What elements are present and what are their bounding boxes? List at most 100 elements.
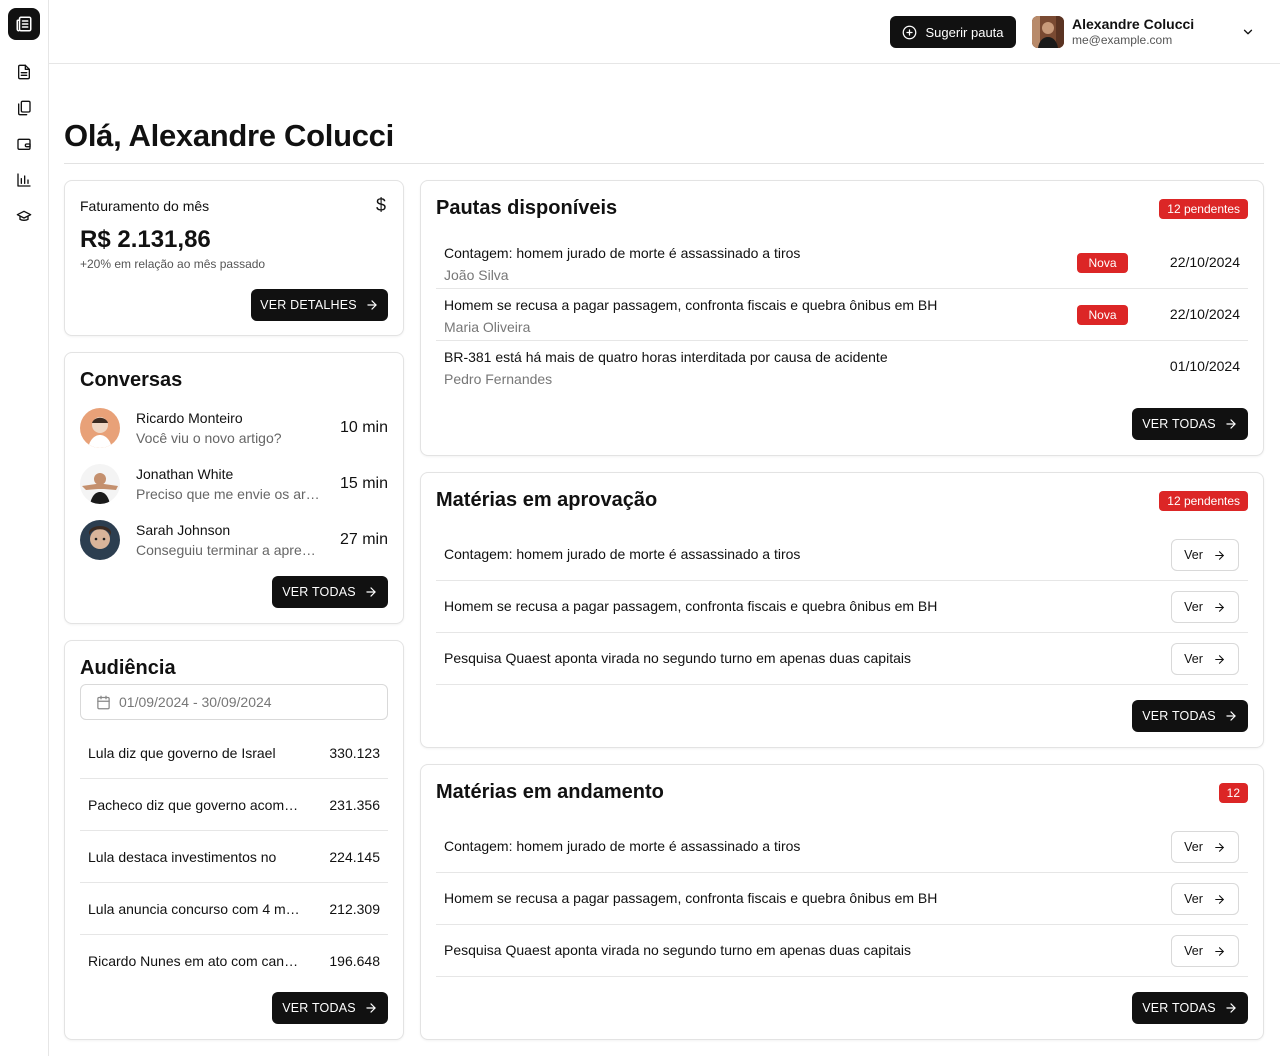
conversation-time: 15 min [339, 475, 388, 492]
conversation-message: Você viu o novo artigo? [136, 430, 282, 446]
approval-articles-title: Matérias em aprovação [436, 489, 658, 511]
audience-row[interactable]: Lula anuncia concurso com 4 mil vagas 21… [80, 883, 388, 935]
view-all-conversations-button[interactable]: VER TODAS [272, 576, 388, 608]
wallet-icon[interactable] [14, 134, 34, 154]
conversation-name: Sarah Johnson [136, 522, 231, 538]
arrow-right-icon [1226, 711, 1236, 721]
user-email: me@example.com [1072, 33, 1173, 47]
suggest-topic-button[interactable]: Sugerir pauta [890, 16, 1016, 48]
document-icon[interactable] [14, 62, 34, 82]
topic-title: Contagem: homem jurado de morte é assass… [444, 245, 801, 261]
view-all-label: VER TODAS [1142, 417, 1216, 431]
article-title: Homem se recusa a pagar passagem, confro… [444, 598, 938, 614]
conversation-time: 10 min [339, 419, 388, 436]
view-all-label: VER TODAS [1142, 1001, 1216, 1015]
topic-title: Homem se recusa a pagar passagem, confro… [444, 297, 938, 313]
view-label: Ver [1184, 600, 1203, 614]
chevron-down-icon[interactable] [1239, 23, 1257, 41]
audience-row[interactable]: Lula diz que governo de Israel 330.123 [80, 727, 388, 779]
view-article-button[interactable]: Ver [1171, 591, 1239, 623]
arrow-right-icon [1215, 602, 1224, 612]
view-all-approval-button[interactable]: VER TODAS [1132, 700, 1248, 732]
calendar-icon [97, 695, 110, 709]
audience-row[interactable]: Ricardo Nunes em ato com candidatos 196.… [80, 935, 388, 987]
arrow-right-icon [1215, 894, 1224, 904]
audience-views: 224.145 [329, 849, 380, 865]
date-range-value: 01/09/2024 - 30/09/2024 [119, 694, 272, 710]
newspaper-logo-icon[interactable] [8, 8, 40, 40]
date-range-picker[interactable]: 01/09/2024 - 30/09/2024 [80, 684, 388, 720]
view-article-button[interactable]: Ver [1171, 883, 1239, 915]
view-label: Ver [1184, 944, 1203, 958]
view-label: Ver [1184, 652, 1203, 666]
conversation-item[interactable]: Jonathan White Preciso que me envie os a… [80, 464, 388, 508]
view-all-audience-button[interactable]: VER TODAS [272, 992, 388, 1024]
topic-author: Pedro Fernandes [444, 371, 553, 387]
view-article-button[interactable]: Ver [1171, 539, 1239, 571]
view-all-topics-button[interactable]: VER TODAS [1132, 408, 1248, 440]
approval-articles-card: Matérias em aprovação 12 pendentes Conta… [420, 472, 1264, 748]
audience-views: 231.356 [329, 797, 380, 813]
view-article-button[interactable]: Ver [1171, 643, 1239, 675]
audience-views: 212.309 [329, 901, 380, 917]
audience-views: 330.123 [329, 745, 380, 761]
audience-title: Audiência [80, 657, 176, 679]
view-label: Ver [1184, 548, 1203, 562]
audience-article-title: Lula diz que governo de Israel [88, 745, 276, 761]
avatar [80, 520, 120, 560]
topic-date: 01/10/2024 [1169, 358, 1240, 374]
article-row: Contagem: homem jurado de morte é assass… [436, 529, 1248, 581]
revenue-value: R$ 2.131,86 [80, 226, 211, 253]
view-all-in-progress-button[interactable]: VER TODAS [1132, 992, 1248, 1024]
conversations-card: Conversas Ricardo Monteiro Você viu o no… [64, 352, 404, 624]
in-progress-articles-card: Matérias em andamento 12 Contagem: homem… [420, 764, 1264, 1040]
view-details-button[interactable]: VER DETALHES [251, 289, 388, 321]
article-row: Homem se recusa a pagar passagem, confro… [436, 581, 1248, 633]
audience-row[interactable]: Pacheco diz que governo acompanha 231.35… [80, 779, 388, 831]
view-all-label: VER TODAS [282, 585, 356, 599]
page-title: Olá, Alexandre Colucci [64, 118, 394, 153]
view-article-button[interactable]: Ver [1171, 935, 1239, 967]
view-article-button[interactable]: Ver [1171, 831, 1239, 863]
audience-row[interactable]: Lula destaca investimentos no 224.145 [80, 831, 388, 883]
arrow-right-icon [367, 300, 377, 310]
article-title: Pesquisa Quaest aponta virada no segundo… [444, 942, 911, 958]
in-progress-articles-title: Matérias em andamento [436, 781, 664, 803]
revenue-card: Faturamento do mês $ R$ 2.131,86 +20% em… [64, 180, 404, 336]
audience-article-title: Lula destaca investimentos no [88, 849, 277, 865]
dollar-icon: $ [375, 195, 386, 215]
avatar [80, 408, 120, 448]
pending-badge: 12 pendentes [1159, 491, 1248, 511]
user-avatar[interactable] [1032, 16, 1064, 48]
topic-row[interactable]: Homem se recusa a pagar passagem, confro… [436, 289, 1248, 341]
top-header: Sugerir pauta Alexandre Colucci me@examp… [49, 0, 1280, 64]
arrow-right-icon [366, 587, 376, 597]
bar-chart-icon[interactable] [14, 170, 34, 190]
conversation-item[interactable]: Sarah Johnson Conseguiu terminar a apres… [80, 520, 388, 564]
conversation-item[interactable]: Ricardo Monteiro Você viu o novo artigo?… [80, 408, 388, 452]
conversation-message: Preciso que me envie os arquivos [136, 486, 322, 502]
article-row: Homem se recusa a pagar passagem, confro… [436, 873, 1248, 925]
article-title: Contagem: homem jurado de morte é assass… [444, 838, 801, 854]
article-row: Pesquisa Quaest aponta virada no segundo… [436, 633, 1248, 685]
conversation-time: 27 min [339, 531, 388, 548]
audience-card: Audiência 01/09/2024 - 30/09/2024 Lula d… [64, 640, 404, 1040]
user-name: Alexandre Colucci [1072, 16, 1195, 32]
graduation-cap-icon[interactable] [14, 206, 34, 226]
plus-circle-icon [903, 25, 917, 39]
topic-row[interactable]: Contagem: homem jurado de morte é assass… [436, 237, 1248, 289]
view-details-label: VER DETALHES [260, 298, 357, 312]
conversation-name: Ricardo Monteiro [136, 410, 243, 426]
topic-author: Maria Oliveira [444, 319, 531, 335]
audience-views: 196.648 [329, 953, 380, 969]
arrow-right-icon [1215, 550, 1224, 560]
arrow-right-icon [1215, 946, 1224, 956]
pending-badge: 12 pendentes [1159, 199, 1248, 219]
revenue-label: Faturamento do mês [80, 198, 210, 214]
arrow-right-icon [1215, 654, 1224, 664]
view-label: Ver [1184, 840, 1203, 854]
view-all-label: VER TODAS [282, 1001, 356, 1015]
topic-row[interactable]: BR-381 está há mais de quatro horas inte… [436, 341, 1248, 393]
copy-icon[interactable] [14, 98, 34, 118]
audience-article-title: Lula anuncia concurso com 4 mil vagas [88, 901, 300, 917]
